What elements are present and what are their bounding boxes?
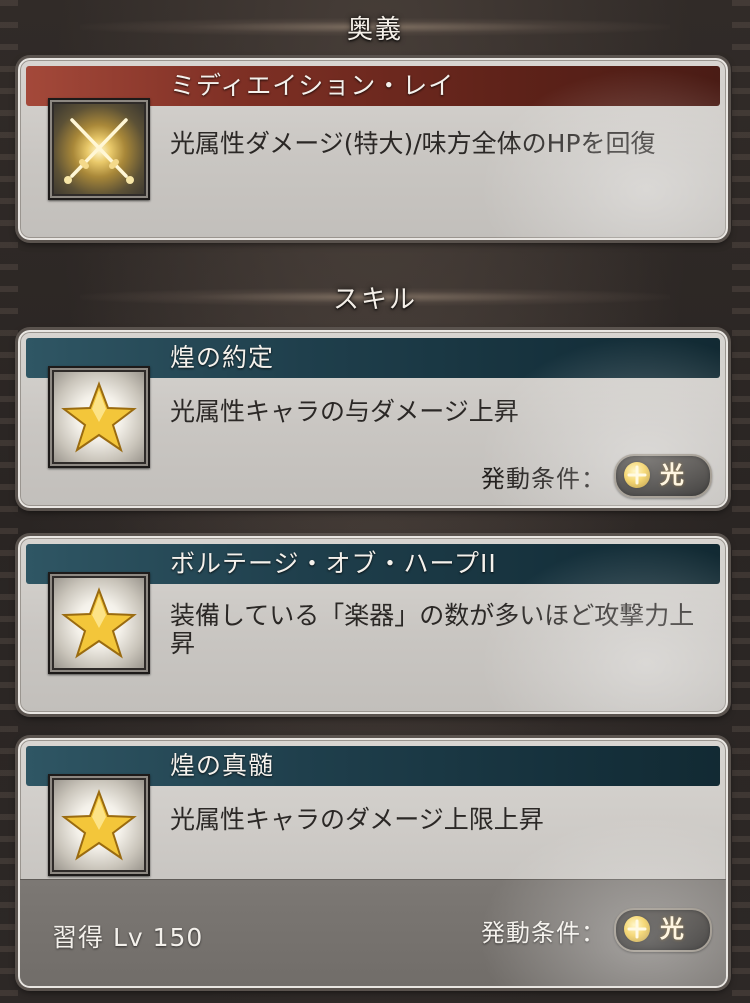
left-border-ornament (0, 0, 18, 1003)
skills-section-title: スキル (332, 284, 417, 315)
ougi-description: 光属性ダメージ(特大)/味方全体のHPを回復 (170, 129, 656, 158)
activation-condition: 発動条件： 光 (481, 908, 712, 952)
skill-card-3[interactable]: 煌の真髄 光属性キャラのダメージ上限上昇 習得 Lv 150 発動条件： 光 (18, 738, 728, 988)
condition-label: 発動条件： (481, 464, 606, 493)
right-border-ornament (732, 0, 750, 1003)
learn-level: 習得 Lv 150 (52, 923, 204, 952)
star-icon (48, 366, 150, 468)
skill-name: 煌の真髄 (170, 751, 275, 780)
ougi-section-header: 奥義 (0, 0, 750, 54)
skill-description: 光属性キャラの与ダメージ上昇 (170, 397, 519, 426)
light-element-icon (624, 462, 650, 488)
light-element-icon (624, 916, 650, 942)
light-element-badge: 光 (614, 454, 712, 498)
crossed-swords-icon (48, 98, 150, 200)
star-icon (48, 774, 150, 876)
ougi-card[interactable]: ミディエイション・レイ 光属性ダメージ(特大)/味方全体のHPを回復 (18, 58, 728, 240)
light-element-badge: 光 (614, 908, 712, 952)
skill-card-1[interactable]: 煌の約定 光属性キャラの与ダメージ上昇 発動条件： 光 (18, 330, 728, 508)
condition-element: 光 (660, 461, 684, 489)
condition-element: 光 (660, 915, 684, 943)
skill-description: 光属性キャラのダメージ上限上昇 (170, 805, 544, 834)
skill-name: 煌の約定 (170, 343, 275, 372)
skill-description: 装備している「楽器」の数が多いほど攻撃力上昇 (170, 601, 695, 658)
star-icon (48, 572, 150, 674)
ougi-section-title: 奥義 (346, 14, 403, 45)
ougi-name: ミディエイション・レイ (170, 71, 455, 100)
skills-section-header: スキル (0, 270, 750, 324)
skill-name: ボルテージ・オブ・ハープII (170, 549, 497, 578)
condition-label: 発動条件： (481, 918, 606, 947)
skill-card-2[interactable]: ボルテージ・オブ・ハープII 装備している「楽器」の数が多いほど攻撃力上昇 (18, 536, 728, 714)
activation-condition: 発動条件： 光 (481, 454, 712, 498)
